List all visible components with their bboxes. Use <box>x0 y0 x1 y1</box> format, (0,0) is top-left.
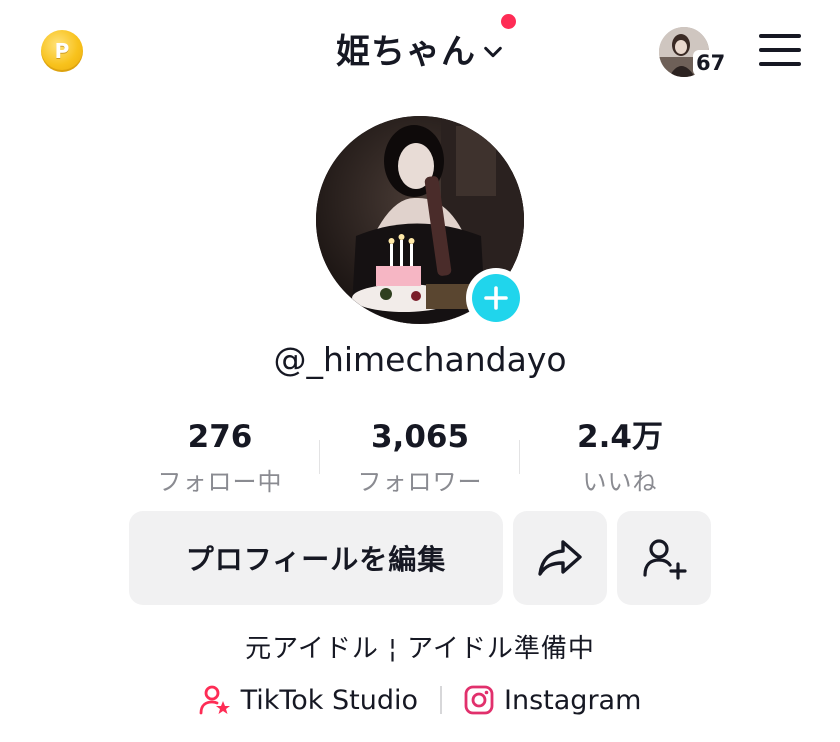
followers-label: フォロワー <box>357 468 483 496</box>
stats-row: 276 フォロー中 3,065 フォロワー 2.4万 いいね <box>120 418 720 497</box>
tiktok-studio-label: TikTok Studio <box>240 684 419 716</box>
instagram-link[interactable]: Instagram <box>464 685 641 716</box>
chevron-down-icon <box>484 46 502 57</box>
tiktok-studio-link[interactable]: TikTok Studio <box>199 684 418 716</box>
followers-stat[interactable]: 3,065 フォロワー <box>320 418 520 497</box>
instagram-icon <box>464 685 494 715</box>
edit-profile-button[interactable]: プロフィールを編集 <box>129 511 503 605</box>
hamburger-menu-icon[interactable] <box>759 34 801 66</box>
likes-stat[interactable]: 2.4万 いいね <box>520 418 720 497</box>
following-label: フォロー中 <box>157 468 283 496</box>
share-arrow-icon <box>538 540 582 576</box>
followers-count: 3,065 <box>370 419 470 455</box>
story-count-badge: 67 <box>693 50 729 76</box>
likes-label: いいね <box>582 468 658 496</box>
notification-dot <box>501 14 516 29</box>
add-story-button[interactable] <box>466 268 526 328</box>
account-name: 姫ちゃん <box>336 32 476 72</box>
instagram-label: Instagram <box>504 684 642 716</box>
link-separator <box>440 686 443 714</box>
add-friend-icon <box>643 539 687 580</box>
following-count: 276 <box>187 419 253 455</box>
edit-profile-label: プロフィールを編集 <box>185 543 447 576</box>
share-profile-button[interactable] <box>513 511 607 605</box>
username: @_himechandayo <box>273 340 567 379</box>
following-stat[interactable]: 276 フォロー中 <box>120 418 320 497</box>
plus-icon <box>472 274 520 322</box>
tiktok-studio-icon <box>199 685 230 715</box>
likes-count: 2.4万 <box>577 419 663 455</box>
profile-links: TikTok Studio Instagram <box>0 684 840 716</box>
add-friend-button[interactable] <box>617 511 711 605</box>
profile-bio: 元アイドル ¦ アイドル準備中 <box>245 634 595 664</box>
account-switcher[interactable]: 姫ちゃん <box>336 14 516 73</box>
